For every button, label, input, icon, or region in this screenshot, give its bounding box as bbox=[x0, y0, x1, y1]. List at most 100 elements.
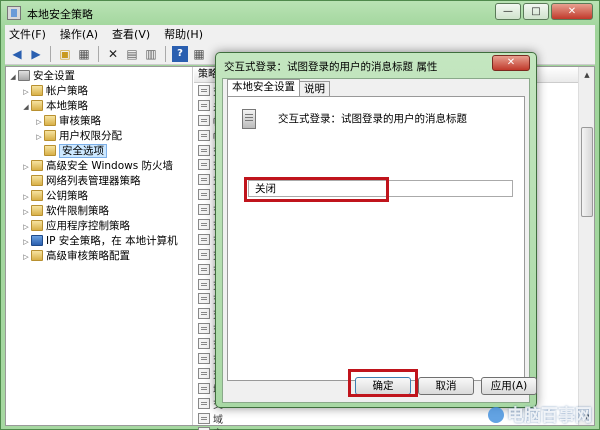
tree-item[interactable]: ◢ 安全设置 bbox=[6, 69, 192, 84]
folder-icon bbox=[31, 160, 43, 171]
toolbar-separator bbox=[98, 45, 99, 62]
policy-document-icon bbox=[242, 109, 256, 129]
tree-item[interactable]: ▷ IP 安全策略，在 本地计算机 bbox=[6, 234, 192, 249]
tree-item-label: 安全选项 bbox=[59, 144, 107, 158]
tree-item-label: 用户权限分配 bbox=[59, 130, 122, 142]
toolbar-separator bbox=[165, 45, 166, 62]
navigation-tree: ◢ 安全设置 ▷ 帐户策略 ◢ 本地策略 ▷ 审核策略 ▷ 用户权限分配 安全选项 ▷ 高级安全 Win… bbox=[6, 67, 193, 425]
folder-icon bbox=[31, 190, 43, 201]
tree-item[interactable]: 安全选项 bbox=[6, 144, 192, 159]
policy-icon bbox=[198, 144, 210, 156]
scroll-thumb[interactable] bbox=[581, 127, 593, 217]
tree-item-label: 帐户策略 bbox=[46, 85, 88, 97]
policy-icon bbox=[198, 204, 210, 216]
view-icon[interactable]: ▦ bbox=[191, 46, 207, 62]
expand-arrow-icon[interactable]: ▷ bbox=[34, 130, 44, 145]
policy-icon bbox=[198, 84, 210, 96]
tree-item[interactable]: ▷ 高级审核策略配置 bbox=[6, 249, 192, 264]
tree-item[interactable]: ▷ 软件限制策略 bbox=[6, 204, 192, 219]
policy-icon bbox=[198, 412, 210, 424]
tree-item[interactable]: ▷ 审核策略 bbox=[6, 114, 192, 129]
export-icon[interactable]: ▥ bbox=[143, 46, 159, 62]
expand-arrow-icon[interactable]: ▷ bbox=[34, 115, 44, 130]
forward-icon[interactable]: ▶ bbox=[28, 46, 44, 62]
minimize-button[interactable]: — bbox=[495, 3, 521, 20]
tree-item[interactable]: ▷ 高级安全 Windows 防火墙 bbox=[6, 159, 192, 174]
properties-icon[interactable]: ▤ bbox=[124, 46, 140, 62]
policy-icon bbox=[198, 218, 210, 230]
tree-item-label: 高级审核策略配置 bbox=[46, 250, 130, 262]
tab-local-security-setting[interactable]: 本地安全设置 bbox=[227, 79, 300, 96]
title-bar: 本地安全策略 — □ ✕ bbox=[1, 1, 599, 25]
show-hide-tree-icon[interactable]: ▦ bbox=[76, 46, 92, 62]
policy-row[interactable]: 交 bbox=[194, 425, 579, 430]
expand-arrow-icon[interactable]: ▷ bbox=[21, 205, 31, 220]
folder-icon bbox=[31, 85, 43, 96]
folder-icon bbox=[31, 220, 43, 231]
policy-icon bbox=[198, 129, 210, 141]
tree-item-label: 本地策略 bbox=[46, 100, 88, 112]
tree-item[interactable]: ▷ 用户权限分配 bbox=[6, 129, 192, 144]
watermark: 电脑百事网 bbox=[488, 401, 592, 426]
watermark-logo-icon bbox=[488, 407, 504, 423]
apply-button[interactable]: 应用(A) bbox=[481, 377, 537, 395]
policy-icon bbox=[198, 248, 210, 260]
computer-icon bbox=[18, 70, 30, 81]
properties-dialog: 交互式登录：试图登录的用户的消息标题 属性 ✕ 本地安全设置 说明 交互式登录：… bbox=[215, 52, 537, 408]
tree-item-label: 应用程序控制策略 bbox=[46, 220, 130, 232]
policy-name: 交互式登录：试图登录的用户的消息标题 bbox=[278, 113, 467, 125]
policy-icon bbox=[198, 323, 210, 335]
dialog-body: 本地安全设置 说明 交互式登录：试图登录的用户的消息标题 确定 取消 应用(A) bbox=[222, 78, 537, 403]
tree-item-label: 高级安全 Windows 防火墙 bbox=[46, 160, 174, 172]
tab-explain[interactable]: 说明 bbox=[299, 81, 330, 96]
policy-icon bbox=[198, 278, 210, 290]
dialog-tabs: 本地安全设置 说明 bbox=[227, 79, 330, 96]
policy-row-label: 域 bbox=[213, 414, 223, 426]
expand-arrow-icon[interactable]: ◢ bbox=[8, 70, 18, 85]
maximize-button[interactable]: □ bbox=[523, 3, 549, 20]
menu-action[interactable]: 操作(A) bbox=[60, 26, 98, 42]
expand-arrow-icon[interactable]: ▷ bbox=[21, 220, 31, 235]
folder-icon bbox=[44, 115, 56, 126]
tab-panel: 交互式登录：试图登录的用户的消息标题 bbox=[227, 96, 525, 381]
tree-item[interactable]: ▷ 公钥策略 bbox=[6, 189, 192, 204]
menu-bar: 文件(F) 操作(A) 查看(V) 帮助(H) bbox=[5, 25, 595, 43]
tree-item-label: 安全设置 bbox=[33, 70, 75, 82]
menu-view[interactable]: 查看(V) bbox=[112, 26, 150, 42]
highlight-box-input bbox=[244, 177, 389, 202]
policy-row-label: 交 bbox=[213, 425, 223, 430]
policy-icon bbox=[198, 397, 210, 409]
scroll-up-arrow[interactable]: ▲ bbox=[579, 67, 595, 83]
menu-help[interactable]: 帮助(H) bbox=[164, 26, 203, 42]
policy-icon bbox=[198, 308, 210, 320]
tree-item[interactable]: 网络列表管理器策略 bbox=[6, 174, 192, 189]
cancel-button[interactable]: 取消 bbox=[418, 377, 474, 395]
highlight-box-ok bbox=[348, 369, 418, 397]
expand-arrow-icon[interactable]: ▷ bbox=[21, 235, 31, 250]
up-icon[interactable]: ▣ bbox=[57, 46, 73, 62]
vertical-scrollbar[interactable]: ▲ ▼ bbox=[578, 67, 594, 425]
tree-item[interactable]: ◢ 本地策略 bbox=[6, 99, 192, 114]
dialog-close-button[interactable]: ✕ bbox=[492, 55, 530, 71]
window-title: 本地安全策略 bbox=[27, 8, 93, 21]
tree-item[interactable]: ▷ 应用程序控制策略 bbox=[6, 219, 192, 234]
expand-arrow-icon[interactable]: ▷ bbox=[21, 190, 31, 205]
close-button[interactable]: ✕ bbox=[551, 3, 593, 20]
policy-icon bbox=[198, 174, 210, 186]
expand-arrow-icon[interactable]: ◢ bbox=[21, 100, 31, 115]
tree-item[interactable]: ▷ 帐户策略 bbox=[6, 84, 192, 99]
policy-icon bbox=[198, 367, 210, 379]
menu-file[interactable]: 文件(F) bbox=[9, 26, 46, 42]
expand-arrow-icon[interactable]: ▷ bbox=[21, 160, 31, 175]
network-policy-icon bbox=[31, 235, 43, 246]
expand-arrow-icon[interactable]: ▷ bbox=[21, 85, 31, 100]
expand-arrow-icon[interactable]: ▷ bbox=[21, 250, 31, 265]
policy-icon bbox=[198, 352, 210, 364]
back-icon[interactable]: ◀ bbox=[9, 46, 25, 62]
delete-icon[interactable]: ✕ bbox=[105, 46, 121, 62]
help-icon[interactable]: ? bbox=[172, 45, 188, 62]
tree-item-label: IP 安全策略，在 本地计算机 bbox=[46, 235, 178, 247]
folder-icon bbox=[31, 100, 43, 111]
policy-icon bbox=[198, 263, 210, 275]
policy-icon bbox=[198, 338, 210, 350]
